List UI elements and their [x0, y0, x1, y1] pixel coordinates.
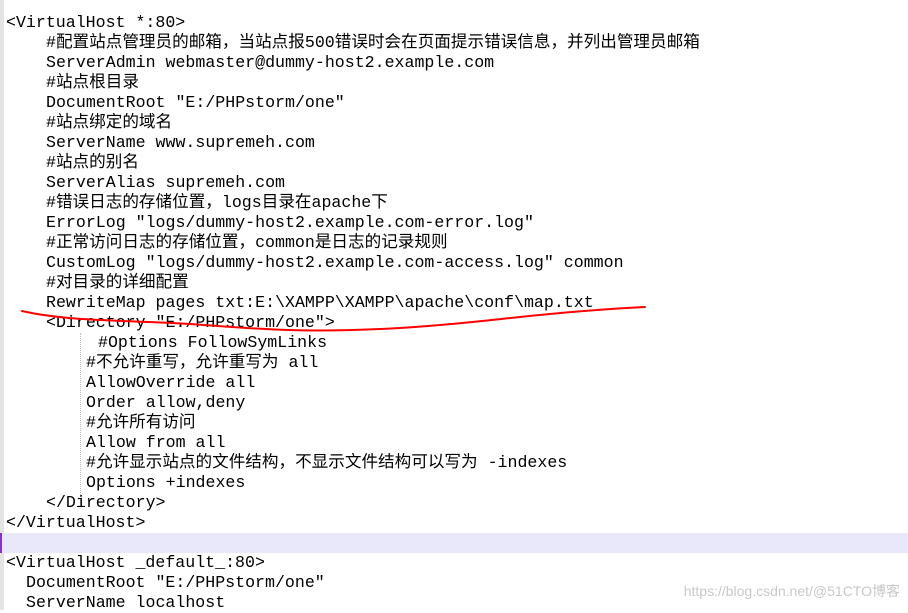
code-text: CustomLog "logs/dummy-host2.example.com-… — [46, 253, 624, 272]
code-line[interactable]: RewriteMap pages txt:E:\XAMPP\XAMPP\apac… — [6, 293, 908, 313]
code-text: #配置站点管理员的邮箱，当站点报500错误时会在页面提示错误信息，并列出管理员邮… — [46, 33, 700, 52]
code-line[interactable]: Allow from all — [6, 433, 908, 453]
code-text: <VirtualHost _default_:80> — [6, 553, 265, 572]
code-line[interactable]: #站点的别名 — [6, 153, 908, 173]
code-line[interactable]: #不允许重写，允许重写为 all — [6, 353, 908, 373]
code-line[interactable]: ServerName www.supremeh.com — [6, 133, 908, 153]
code-text: Order allow,deny — [86, 393, 246, 412]
code-text: ServerName localhost — [26, 593, 226, 612]
code-text: Options +indexes — [86, 473, 246, 492]
code-line[interactable]: ErrorLog "logs/dummy-host2.example.com-e… — [6, 213, 908, 233]
code-text: AllowOverride all — [86, 373, 256, 392]
code-text: #对目录的详细配置 — [46, 273, 189, 292]
code-text: #允许所有访问 — [86, 413, 196, 432]
code-line[interactable]: #允许显示站点的文件结构，不显示文件结构可以写为 -indexes — [6, 453, 908, 473]
code-line[interactable]: #站点根目录 — [6, 73, 908, 93]
code-line[interactable]: Order allow,deny — [6, 393, 908, 413]
code-line[interactable]: #对目录的详细配置 — [6, 273, 908, 293]
code-text: </Directory> — [46, 493, 166, 512]
code-text: ServerAlias supremeh.com — [46, 173, 285, 192]
current-line[interactable] — [0, 533, 908, 553]
code-text: DocumentRoot "E:/PHPstorm/one" — [46, 93, 345, 112]
code-text: ServerAdmin webmaster@dummy-host2.exampl… — [46, 53, 495, 72]
code-text: #允许显示站点的文件结构，不显示文件结构可以写为 -indexes — [86, 453, 568, 472]
code-text: Allow from all — [86, 433, 226, 452]
code-text: ServerName www.supremeh.com — [46, 133, 315, 152]
code-line[interactable]: #配置站点管理员的邮箱，当站点报500错误时会在页面提示错误信息，并列出管理员邮… — [6, 33, 908, 53]
code-line[interactable]: #错误日志的存储位置，logs目录在apache下 — [6, 193, 908, 213]
code-line[interactable]: Options +indexes — [6, 473, 908, 493]
code-text: </VirtualHost> — [6, 513, 146, 532]
code-line[interactable]: </VirtualHost> — [6, 513, 908, 533]
code-text: <Directory "E:/PHPstorm/one"> — [46, 313, 335, 332]
code-line[interactable]: #站点绑定的域名 — [6, 113, 908, 133]
code-line[interactable]: ServerAdmin webmaster@dummy-host2.exampl… — [6, 53, 908, 73]
code-text: #不允许重写，允许重写为 all — [86, 353, 319, 372]
text-caret — [0, 533, 2, 553]
code-text: #站点绑定的域名 — [46, 113, 173, 132]
watermark: https://blog.csdn.net/@51CTO博客 — [683, 583, 900, 599]
code-line[interactable]: CustomLog "logs/dummy-host2.example.com-… — [6, 253, 908, 273]
code-line[interactable]: ServerAlias supremeh.com — [6, 173, 908, 193]
code-line[interactable]: #正常访问日志的存储位置，common是日志的记录规则 — [6, 233, 908, 253]
code-line[interactable]: #Options FollowSymLinks — [6, 333, 908, 353]
code-text: #Options FollowSymLinks — [98, 333, 328, 352]
code-line[interactable]: AllowOverride all — [6, 373, 908, 393]
code-line[interactable]: </Directory> — [6, 493, 908, 513]
code-line[interactable]: <VirtualHost *:80> — [6, 13, 908, 33]
editor-gutter — [0, 0, 4, 610]
code-line[interactable]: <Directory "E:/PHPstorm/one"> — [6, 313, 908, 333]
code-line[interactable]: <VirtualHost _default_:80> — [6, 553, 908, 573]
code-text: #错误日志的存储位置，logs目录在apache下 — [46, 193, 388, 212]
code-editor[interactable]: <VirtualHost *:80> #配置站点管理员的邮箱，当站点报500错误时… — [0, 13, 908, 613]
code-text: #正常访问日志的存储位置，common是日志的记录规则 — [46, 233, 448, 252]
code-line[interactable]: #允许所有访问 — [6, 413, 908, 433]
code-text: ErrorLog "logs/dummy-host2.example.com-e… — [46, 213, 534, 232]
code-text: RewriteMap pages txt:E:\XAMPP\XAMPP\apac… — [46, 293, 594, 312]
code-text: #站点的别名 — [46, 153, 139, 172]
code-line[interactable]: DocumentRoot "E:/PHPstorm/one" — [6, 93, 908, 113]
code-text: #站点根目录 — [46, 73, 139, 92]
code-text: DocumentRoot "E:/PHPstorm/one" — [26, 573, 325, 592]
code-text: <VirtualHost *:80> — [6, 13, 186, 32]
